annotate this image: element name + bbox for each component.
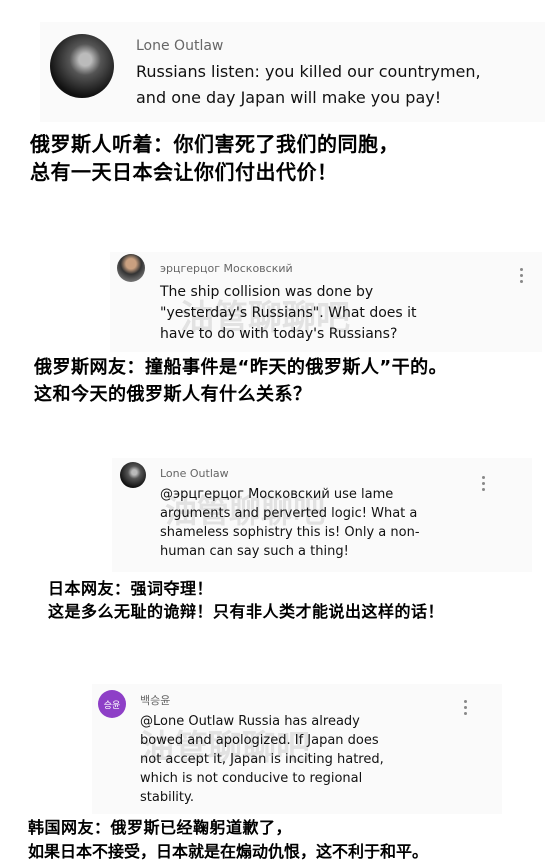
- translation-caption: 日本网友：强词夺理！: [48, 579, 214, 598]
- comment-author[interactable]: Lone Outlaw: [136, 38, 223, 54]
- user-avatar[interactable]: [50, 34, 114, 98]
- translation-caption: 如果日本不接受，日本就是在煽动仇恨，这不利于和平。: [28, 842, 429, 861]
- comment-text-line: @эрцгерцог Московский use lame: [160, 487, 394, 502]
- comment-text-line: have to do with today's Russians?: [160, 326, 398, 342]
- comment-text-line: bowed and apologized. If Japan does: [140, 733, 379, 748]
- comment-text-line: arguments and perverted logic! What a: [160, 506, 418, 521]
- comment-text-line: not accept it, Japan is inciting hatred,: [140, 752, 384, 767]
- comment-text-line: which is not conducive to regional: [140, 771, 363, 786]
- comment-text-line: shameless sophistry this is! Only a non-: [160, 525, 420, 540]
- more-vert-icon[interactable]: [482, 476, 486, 494]
- user-avatar[interactable]: [120, 462, 146, 488]
- comment-author[interactable]: 백승윤: [140, 692, 170, 708]
- comment-text-line: "yesterday's Russians". What does it: [160, 305, 417, 321]
- translation-caption: 总有一天日本会让你们付出代价！: [30, 160, 338, 184]
- translation-caption: 俄罗斯网友：撞船事件是“昨天的俄罗斯人”干的。: [34, 357, 448, 378]
- comment-text-line: Russians listen: you killed our countrym…: [136, 62, 481, 81]
- translation-caption: 这是多么无耻的诡辩！只有非人类才能说出这样的话！: [48, 602, 445, 621]
- more-vert-icon[interactable]: [520, 268, 524, 286]
- more-vert-icon[interactable]: [464, 700, 468, 718]
- user-avatar[interactable]: [117, 254, 145, 282]
- translation-caption: 俄罗斯人听着：你们害死了我们的同胞，: [30, 132, 399, 156]
- comment-text-line: The ship collision was done by: [160, 284, 374, 300]
- comment-text-line: and one day Japan will make you pay!: [136, 88, 442, 107]
- comment-text-line: @Lone Outlaw Russia has already: [140, 714, 360, 729]
- comment-text-line: stability.: [140, 790, 194, 805]
- comment-author[interactable]: эрцгерцог Московский: [160, 262, 293, 275]
- translation-caption: 韩国网友：俄罗斯已经鞠躬道歉了，: [28, 818, 293, 837]
- avatar-initials: 승윤: [103, 700, 121, 711]
- user-avatar[interactable]: 승윤: [98, 690, 126, 718]
- comment-author[interactable]: Lone Outlaw: [160, 467, 229, 480]
- comment-text-line: human can say such a thing!: [160, 544, 349, 559]
- translation-caption: 这和今天的俄罗斯人有什么关系？: [34, 384, 312, 405]
